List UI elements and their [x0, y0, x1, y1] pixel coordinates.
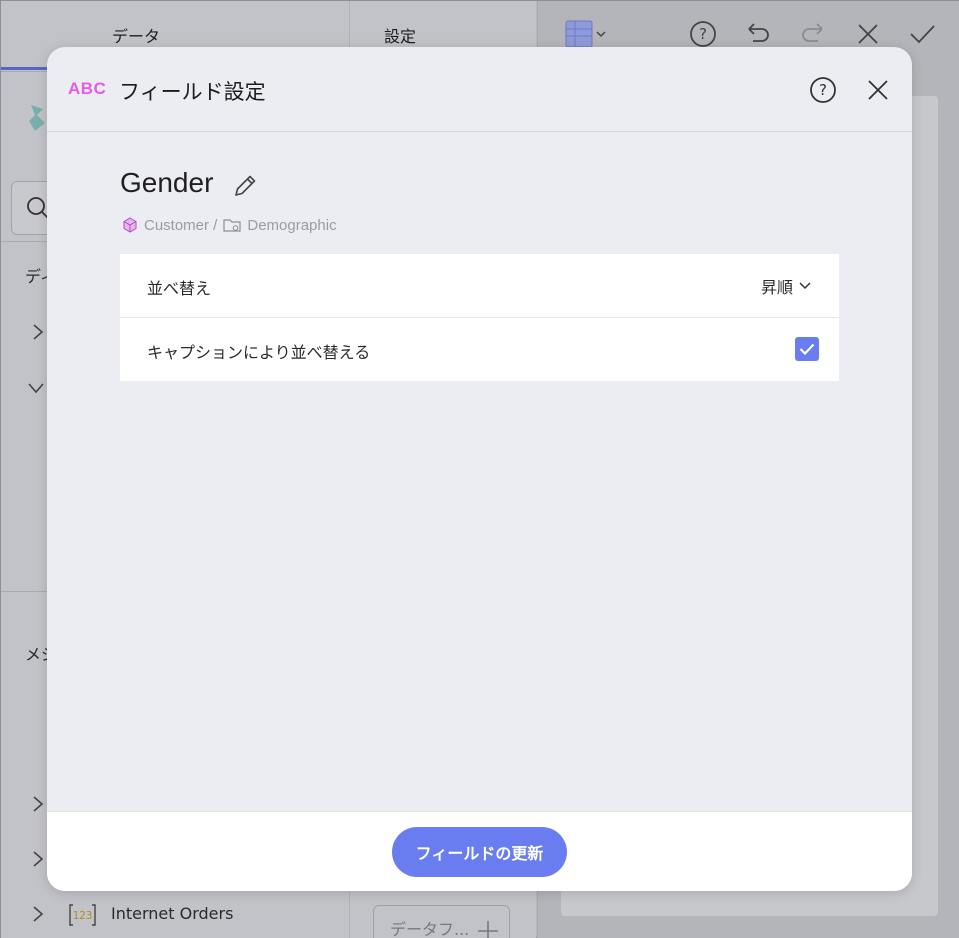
add-data-field-button[interactable]: データフ... — [373, 905, 510, 938]
help-icon[interactable]: ? — [688, 19, 718, 49]
chevron-right-icon[interactable] — [31, 850, 45, 868]
sort-order-dropdown[interactable]: 昇順 — [761, 274, 811, 298]
caption-sort-checkbox[interactable] — [795, 337, 819, 361]
caption-sort-row: キャプションにより並べ替える — [120, 317, 839, 380]
dialog-header: ABC フィールド設定 ? — [47, 47, 912, 132]
close-icon — [868, 80, 888, 100]
check-icon — [799, 343, 815, 355]
svg-text:?: ? — [699, 25, 707, 43]
folder-icon — [223, 219, 241, 232]
update-field-button[interactable]: フィールドの更新 — [392, 827, 567, 877]
undo-icon[interactable] — [743, 19, 773, 49]
edit-field-name-button[interactable] — [230, 171, 260, 201]
caption-sort-label: キャプションにより並べ替える — [147, 343, 371, 362]
dialog-title: フィールド設定 — [119, 80, 266, 104]
sort-order-value: 昇順 — [760, 278, 793, 297]
cube-icon — [123, 217, 137, 233]
numeric-field-icon: 123 — [69, 903, 96, 927]
breadcrumb-model: Customer / — [144, 216, 218, 234]
chevron-right-icon[interactable] — [31, 323, 45, 341]
add-data-field-label: データフ... — [390, 920, 470, 938]
field-name-title: Gender — [120, 167, 214, 198]
dialog-footer: フィールドの更新 — [47, 811, 912, 891]
chevron-down-icon — [799, 282, 811, 290]
text-field-type-icon: ABC — [68, 79, 107, 98]
field-options-card: 並べ替え 昇順 キャプションにより並べ替える — [120, 254, 839, 381]
chevron-right-icon[interactable] — [31, 795, 45, 813]
chevron-down-icon[interactable] — [27, 381, 45, 395]
sort-row: 並べ替え 昇順 — [120, 254, 839, 317]
breadcrumb: Customer / Demographic — [122, 215, 337, 235]
close-dialog-button[interactable] — [863, 75, 893, 105]
plus-icon — [478, 921, 498, 938]
datasource-logo-icon — [27, 103, 49, 137]
breadcrumb-folder: Demographic — [247, 216, 337, 234]
tab-settings[interactable]: 設定 — [384, 23, 416, 47]
redo-icon[interactable] — [798, 19, 828, 49]
help-button[interactable]: ? — [808, 75, 838, 105]
pencil-icon — [235, 175, 256, 196]
svg-text:?: ? — [819, 81, 827, 99]
help-icon: ? — [810, 77, 836, 103]
chevron-right-icon[interactable] — [31, 905, 45, 923]
table-view-icon[interactable] — [563, 19, 609, 49]
close-icon[interactable] — [853, 19, 883, 49]
field-settings-dialog: ABC フィールド設定 ? Gender Customer / Demograp… — [47, 47, 912, 891]
check-icon[interactable] — [907, 19, 937, 49]
field-internet-orders[interactable]: Internet Orders — [111, 904, 233, 923]
sort-label: 並べ替え — [147, 279, 212, 298]
tab-data[interactable]: データ — [112, 23, 160, 47]
